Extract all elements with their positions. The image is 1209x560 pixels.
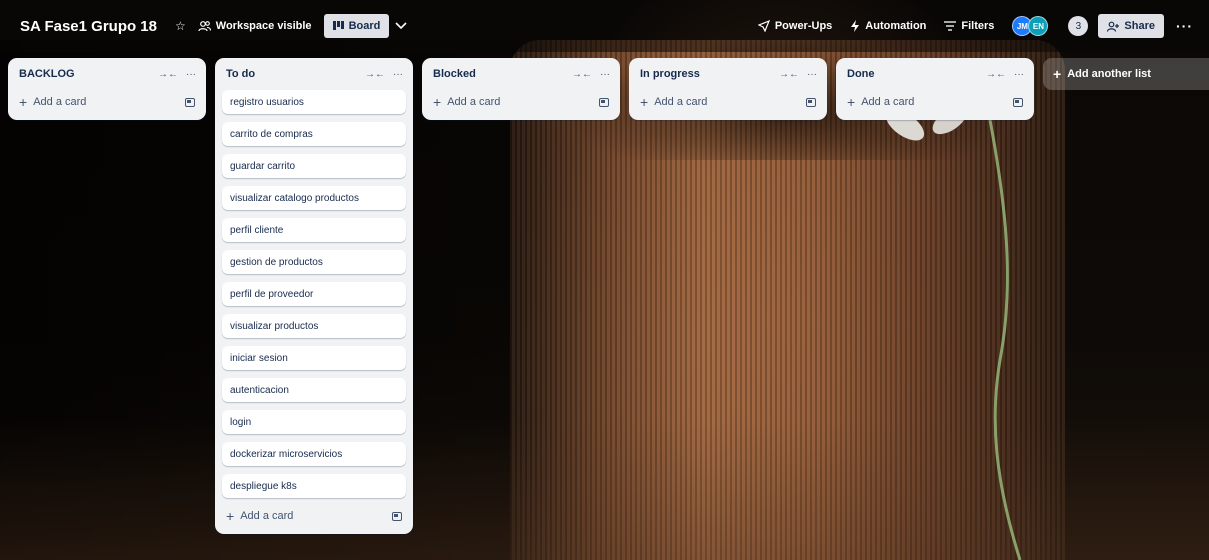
board-menu-button[interactable]: ··· bbox=[1170, 18, 1199, 34]
list-title[interactable]: BACKLOG bbox=[19, 68, 150, 80]
template-icon[interactable] bbox=[806, 97, 816, 107]
add-person-icon bbox=[1107, 21, 1120, 32]
card[interactable]: registro usuarios bbox=[222, 90, 406, 114]
card[interactable]: iniciar sesion bbox=[222, 346, 406, 370]
chevron-down-icon bbox=[395, 22, 407, 30]
filter-icon bbox=[944, 21, 957, 31]
plus-icon: + bbox=[640, 94, 649, 110]
add-card-button[interactable]: + Add a card bbox=[222, 504, 406, 528]
card[interactable]: perfil cliente bbox=[222, 218, 406, 242]
bolt-icon bbox=[851, 20, 860, 32]
card[interactable]: perfil de proveedor bbox=[222, 282, 406, 306]
ellipsis-icon[interactable]: ··· bbox=[600, 69, 610, 80]
list-backlog: BACKLOG →← ··· + Add a card bbox=[8, 58, 206, 120]
add-list-label: Add another list bbox=[1067, 68, 1151, 80]
visibility-label: Workspace visible bbox=[215, 20, 312, 32]
plus-icon: + bbox=[1053, 66, 1062, 82]
add-card-button[interactable]: + Add a card bbox=[15, 90, 199, 114]
add-list-button[interactable]: + Add another list bbox=[1043, 58, 1209, 90]
member-count-badge[interactable]: 3 bbox=[1068, 16, 1089, 36]
board-header: SA Fase1 Grupo 18 ☆ Workspace visible Bo… bbox=[0, 0, 1209, 52]
list-title[interactable]: Done bbox=[847, 68, 978, 80]
list-blocked: Blocked →← ··· + Add a card bbox=[422, 58, 620, 120]
power-ups-label: Power-Ups bbox=[774, 20, 833, 32]
card[interactable]: login bbox=[222, 410, 406, 434]
list-title[interactable]: Blocked bbox=[433, 68, 564, 80]
template-icon[interactable] bbox=[1013, 97, 1023, 107]
add-card-label: Add a card bbox=[654, 96, 708, 108]
board-view-label: Board bbox=[348, 20, 381, 32]
share-label: Share bbox=[1124, 20, 1155, 32]
add-card-label: Add a card bbox=[33, 96, 87, 108]
avatar[interactable]: EN bbox=[1028, 16, 1049, 36]
automation-button[interactable]: Automation bbox=[844, 12, 932, 40]
collapse-arrows-icon[interactable]: →← bbox=[779, 69, 799, 80]
rocket-icon bbox=[757, 20, 770, 32]
list-to-do: To do →← ··· registro usuarios carrito d… bbox=[215, 58, 413, 534]
card[interactable]: visualizar productos bbox=[222, 314, 406, 338]
card[interactable]: carrito de compras bbox=[222, 122, 406, 146]
list-done: Done →← ··· + Add a card bbox=[836, 58, 1034, 120]
card[interactable]: visualizar catalogo productos bbox=[222, 186, 406, 210]
add-card-button[interactable]: + Add a card bbox=[429, 90, 613, 114]
plus-icon: + bbox=[19, 94, 28, 110]
board-canvas: BACKLOG →← ··· + Add a card To do →← ···… bbox=[8, 58, 1209, 534]
plus-icon: + bbox=[433, 94, 442, 110]
collapse-arrows-icon[interactable]: →← bbox=[365, 69, 385, 80]
power-ups-button[interactable]: Power-Ups bbox=[752, 12, 838, 40]
add-card-label: Add a card bbox=[861, 96, 915, 108]
list-in-progress: In progress →← ··· + Add a card bbox=[629, 58, 827, 120]
add-card-button[interactable]: + Add a card bbox=[636, 90, 820, 114]
people-icon bbox=[198, 21, 211, 32]
member-avatars: JM EN bbox=[1012, 16, 1049, 36]
filters-label: Filters bbox=[961, 20, 995, 32]
plus-icon: + bbox=[226, 508, 235, 524]
star-button[interactable]: ☆ bbox=[169, 12, 192, 40]
list-header: In progress →← ··· bbox=[636, 58, 820, 90]
template-icon[interactable] bbox=[392, 511, 402, 521]
card[interactable]: guardar carrito bbox=[222, 154, 406, 178]
star-icon: ☆ bbox=[175, 19, 186, 33]
list-header: To do →← ··· bbox=[222, 58, 406, 90]
board-view-button[interactable]: Board bbox=[323, 14, 390, 38]
header-actions: Power-Ups Automation Filters JM EN 3 Sha… bbox=[752, 12, 1199, 40]
board-title[interactable]: SA Fase1 Grupo 18 bbox=[20, 18, 157, 35]
list-header: Blocked →← ··· bbox=[429, 58, 613, 90]
list-header: Done →← ··· bbox=[843, 58, 1027, 90]
template-icon[interactable] bbox=[599, 97, 609, 107]
card-list: registro usuarios carrito de compras gua… bbox=[222, 90, 406, 498]
view-switcher-button[interactable] bbox=[389, 12, 413, 40]
template-icon[interactable] bbox=[185, 97, 195, 107]
collapse-arrows-icon[interactable]: →← bbox=[158, 69, 178, 80]
plus-icon: + bbox=[847, 94, 856, 110]
automation-label: Automation bbox=[865, 20, 927, 32]
share-button[interactable]: Share bbox=[1098, 14, 1164, 38]
card[interactable]: dockerizar microservicios bbox=[222, 442, 406, 466]
add-card-button[interactable]: + Add a card bbox=[843, 90, 1027, 114]
ellipsis-icon[interactable]: ··· bbox=[1014, 69, 1024, 80]
visibility-button[interactable]: Workspace visible bbox=[192, 12, 318, 40]
filters-button[interactable]: Filters bbox=[938, 12, 1000, 40]
add-card-label: Add a card bbox=[447, 96, 501, 108]
collapse-arrows-icon[interactable]: →← bbox=[572, 69, 592, 80]
list-header: BACKLOG →← ··· bbox=[15, 58, 199, 90]
card[interactable]: gestion de productos bbox=[222, 250, 406, 274]
card[interactable]: despliegue k8s bbox=[222, 474, 406, 498]
ellipsis-icon[interactable]: ··· bbox=[186, 69, 196, 80]
card[interactable]: autenticacion bbox=[222, 378, 406, 402]
ellipsis-icon[interactable]: ··· bbox=[807, 69, 817, 80]
collapse-arrows-icon[interactable]: →← bbox=[986, 69, 1006, 80]
add-card-label: Add a card bbox=[240, 510, 294, 522]
list-title[interactable]: In progress bbox=[640, 68, 771, 80]
board-icon bbox=[332, 21, 344, 30]
ellipsis-icon[interactable]: ··· bbox=[393, 69, 403, 80]
list-title[interactable]: To do bbox=[226, 68, 357, 80]
